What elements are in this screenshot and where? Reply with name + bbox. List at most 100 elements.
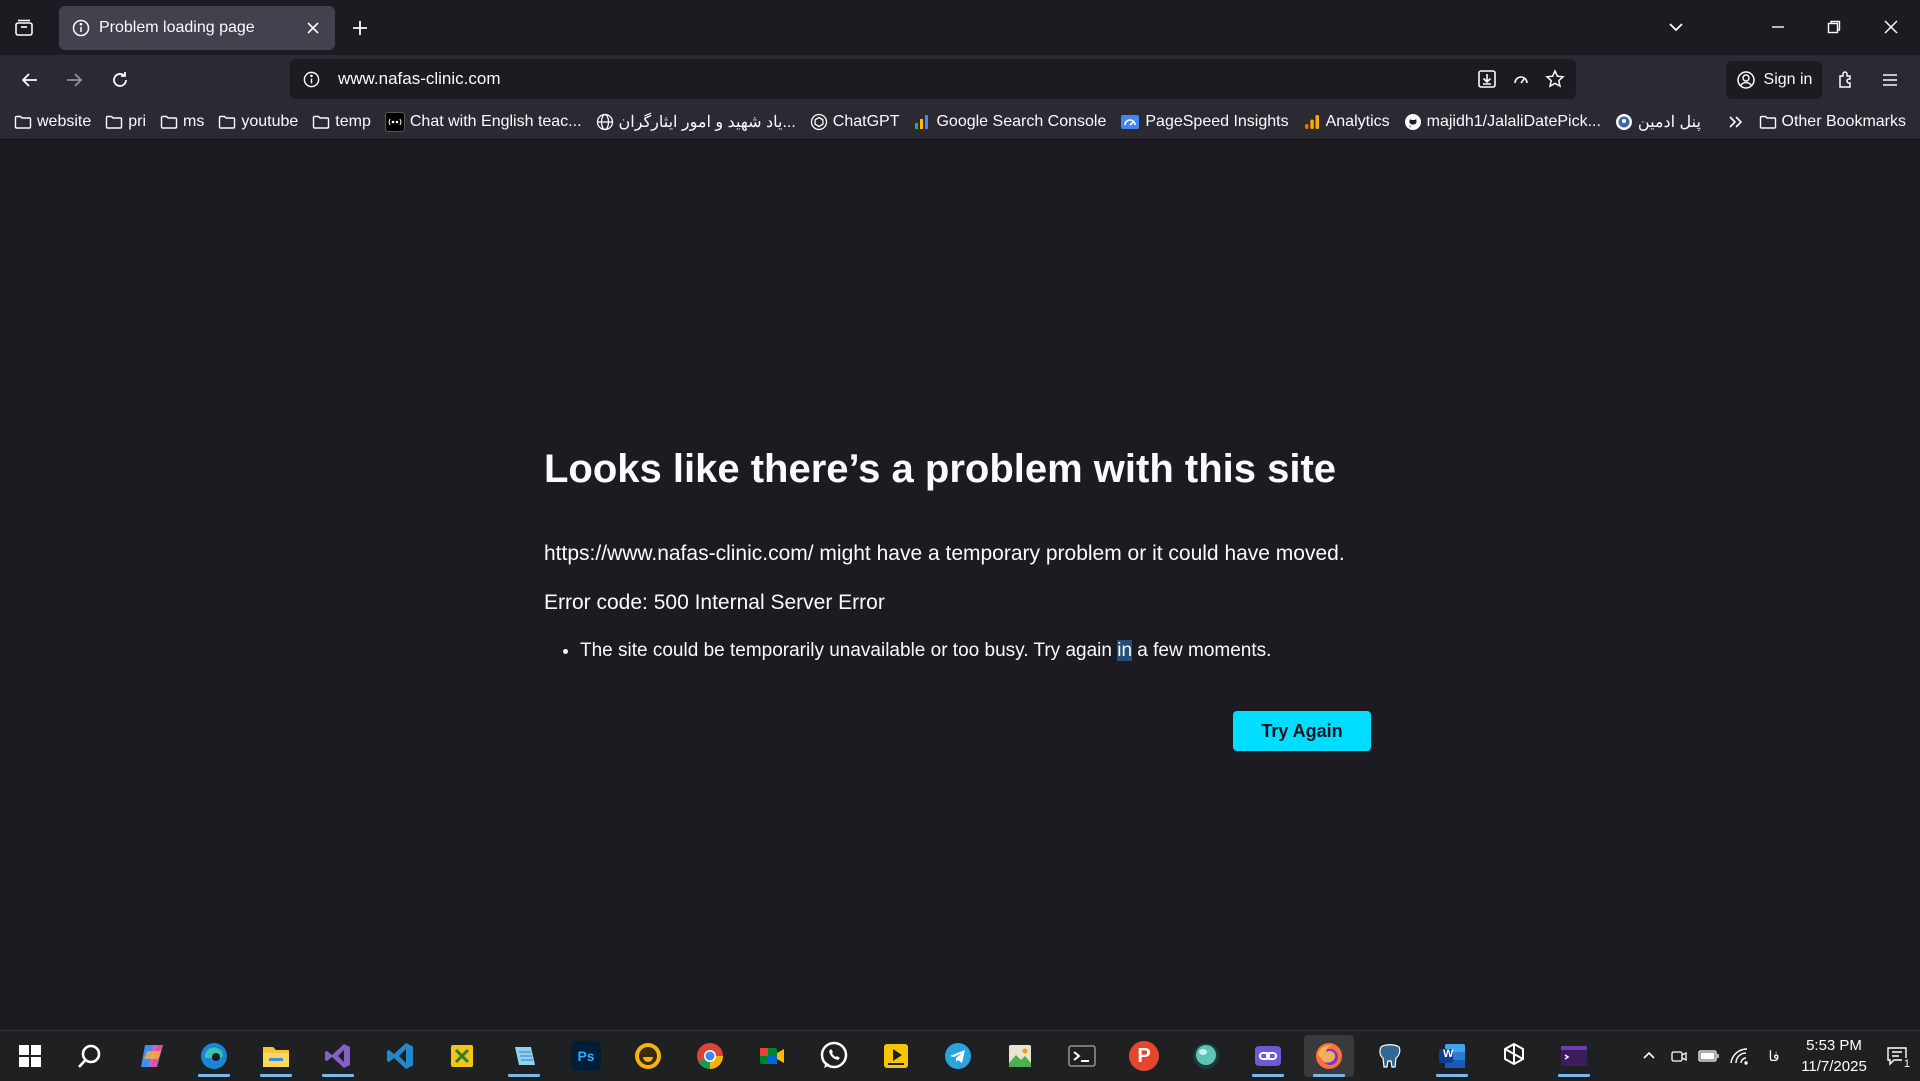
chatgpt-icon bbox=[810, 113, 827, 131]
bookmark-label: website bbox=[37, 113, 92, 130]
bookmark-persian-site[interactable]: ...یاد شهید و امور ایثارگران bbox=[596, 108, 796, 136]
plus-icon[interactable] bbox=[344, 12, 376, 44]
wifi-icon[interactable] bbox=[1724, 1036, 1754, 1076]
bookmark-label: ms bbox=[183, 113, 205, 130]
bookmark-search-console[interactable]: Google Search Console bbox=[913, 108, 1106, 136]
chat-site-icon bbox=[384, 112, 405, 132]
bookmark-label: ...یاد شهید و امور ایثارگران bbox=[618, 114, 796, 131]
analytics-icon bbox=[1304, 115, 1319, 129]
search-console-icon bbox=[915, 115, 929, 129]
postgresql-icon[interactable] bbox=[1368, 1035, 1412, 1077]
reader-icon[interactable] bbox=[1504, 62, 1538, 96]
battery-icon[interactable] bbox=[1694, 1036, 1724, 1076]
emoji-app-icon[interactable] bbox=[626, 1035, 670, 1077]
restore-icon[interactable] bbox=[1814, 11, 1854, 43]
close-icon[interactable] bbox=[299, 14, 327, 42]
bookmark-github-jalali[interactable]: majidh1/JalaliDatePick... bbox=[1404, 108, 1601, 136]
word-icon[interactable]: W bbox=[1430, 1035, 1474, 1077]
menu-icon[interactable] bbox=[1872, 63, 1908, 97]
extensions-icon[interactable] bbox=[1828, 63, 1864, 97]
folder-icon bbox=[160, 115, 178, 129]
sticky-app-icon[interactable] bbox=[440, 1035, 484, 1077]
chevron-down-icon[interactable] bbox=[1658, 11, 1694, 43]
firefox-icon[interactable] bbox=[1304, 1035, 1354, 1077]
bookmark-label: temp bbox=[335, 113, 371, 130]
terminal-icon[interactable] bbox=[1060, 1035, 1104, 1077]
bookmark-label: Analytics bbox=[1325, 113, 1390, 130]
forward-arrow-icon[interactable] bbox=[56, 63, 92, 97]
whatsapp-icon[interactable] bbox=[812, 1035, 856, 1077]
meet-now-icon[interactable] bbox=[1664, 1036, 1694, 1076]
meet-icon[interactable] bbox=[750, 1035, 794, 1077]
pagespeed-icon bbox=[1121, 115, 1140, 129]
clock[interactable]: 5:53 PM 11/7/2025 bbox=[1794, 1035, 1874, 1077]
globe-app-icon[interactable] bbox=[1184, 1035, 1228, 1077]
edge-icon[interactable] bbox=[192, 1035, 236, 1077]
running-indicator bbox=[322, 1074, 354, 1077]
bookmark-folder-website[interactable]: website bbox=[14, 108, 91, 136]
search-icon[interactable] bbox=[68, 1035, 112, 1077]
vscode-icon[interactable] bbox=[378, 1035, 422, 1077]
running-indicator bbox=[1436, 1074, 1468, 1077]
copilot-icon[interactable] bbox=[130, 1035, 174, 1077]
bookmark-folder-ms[interactable]: ms bbox=[160, 108, 204, 136]
download-icon[interactable] bbox=[1470, 62, 1504, 96]
close-window-icon[interactable] bbox=[1871, 11, 1911, 43]
chevron-up-icon[interactable] bbox=[1634, 1036, 1664, 1076]
word-label: W bbox=[1443, 1048, 1454, 1060]
chatgpt-app-icon[interactable] bbox=[1492, 1035, 1536, 1077]
bookmark-pagespeed[interactable]: PageSpeed Insights bbox=[1120, 108, 1289, 136]
error-description: https://www.nafas-clinic.com/ might have… bbox=[544, 542, 1345, 565]
bookmark-label: PageSpeed Insights bbox=[1145, 113, 1289, 130]
notepad-icon[interactable] bbox=[502, 1035, 546, 1077]
bookmark-analytics[interactable]: Analytics bbox=[1303, 108, 1390, 136]
running-indicator bbox=[1558, 1074, 1590, 1077]
visual-studio-icon[interactable] bbox=[316, 1035, 360, 1077]
back-arrow-icon[interactable] bbox=[12, 63, 48, 97]
site-info-icon[interactable] bbox=[296, 64, 326, 94]
other-bookmarks-folder[interactable]: Other Bookmarks bbox=[1759, 108, 1906, 136]
address-bar[interactable]: www.nafas-clinic.com bbox=[290, 59, 1576, 99]
image-editor-icon[interactable] bbox=[998, 1035, 1042, 1077]
bookmark-admin-panel[interactable]: پنل ادمین bbox=[1615, 108, 1701, 136]
bookmarks-overflow-chevron-icon[interactable] bbox=[1727, 108, 1745, 136]
notification-icon[interactable]: 1 bbox=[1874, 1036, 1920, 1076]
bookmark-label: پنل ادمین bbox=[1637, 114, 1701, 131]
bookmark-chat-english[interactable]: Chat with English teac... bbox=[384, 108, 582, 136]
try-again-button[interactable]: Try Again bbox=[1233, 711, 1371, 751]
notification-count: 1 bbox=[1901, 1058, 1912, 1070]
tab-list-icon[interactable] bbox=[8, 12, 40, 44]
input-language[interactable]: فا bbox=[1754, 1036, 1794, 1076]
selected-text: in bbox=[1117, 640, 1133, 661]
bookmark-folder-pri[interactable]: pri bbox=[105, 108, 146, 136]
clock-date: 11/7/2025 bbox=[1801, 1058, 1867, 1075]
file-explorer-icon[interactable] bbox=[254, 1035, 298, 1077]
link-app-icon[interactable] bbox=[1246, 1035, 1290, 1077]
star-icon[interactable] bbox=[1538, 62, 1572, 96]
navigation-toolbar: www.nafas-clinic.com Sign in bbox=[0, 55, 1920, 105]
windows-start-icon[interactable] bbox=[8, 1035, 52, 1077]
error-title: Looks like there’s a problem with this s… bbox=[544, 447, 1337, 491]
remote-terminal-icon[interactable] bbox=[1552, 1035, 1596, 1077]
folder-icon bbox=[1759, 115, 1776, 129]
url-text[interactable]: www.nafas-clinic.com bbox=[338, 69, 1470, 89]
postman-label: P bbox=[1129, 1041, 1159, 1071]
bookmark-folder-youtube[interactable]: youtube bbox=[218, 108, 298, 136]
bookmark-chatgpt[interactable]: ChatGPT bbox=[810, 108, 899, 136]
info-icon bbox=[71, 18, 91, 38]
player-icon[interactable] bbox=[874, 1035, 918, 1077]
running-indicator bbox=[260, 1074, 292, 1077]
running-indicator bbox=[1313, 1074, 1345, 1077]
photoshop-icon[interactable]: Ps bbox=[564, 1035, 608, 1077]
reload-icon[interactable] bbox=[102, 63, 138, 97]
postman-icon[interactable]: P bbox=[1122, 1035, 1166, 1077]
telegram-icon[interactable] bbox=[936, 1035, 980, 1077]
chrome-icon[interactable] bbox=[688, 1035, 732, 1077]
folder-icon bbox=[106, 115, 123, 129]
bookmark-label: Chat with English teac... bbox=[409, 113, 582, 130]
sign-in-button[interactable]: Sign in bbox=[1726, 61, 1822, 99]
minimize-icon[interactable] bbox=[1758, 11, 1798, 43]
tab-active[interactable]: Problem loading page bbox=[59, 6, 335, 50]
bookmark-folder-temp[interactable]: temp bbox=[312, 108, 371, 136]
folder-icon bbox=[313, 115, 330, 129]
